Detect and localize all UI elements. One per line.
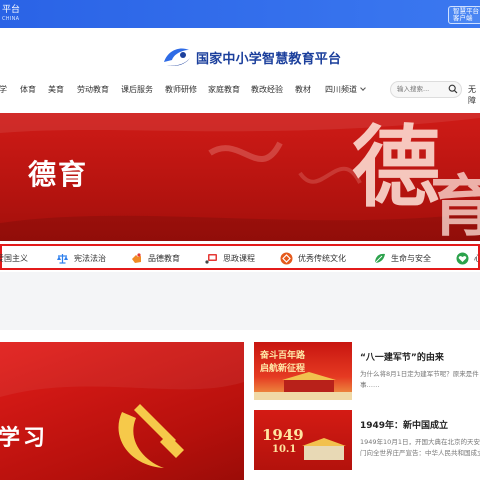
category-mental-health[interactable]: 心 xyxy=(456,251,480,265)
category-label: 生命与安全 xyxy=(391,253,431,263)
search-box[interactable] xyxy=(390,81,462,98)
moral-education-banner: 德育 德 育 xyxy=(0,113,480,241)
news-thumbnail[interactable]: 1949 10.1 xyxy=(254,410,352,470)
party-emblem-image xyxy=(0,342,244,468)
thumb-year: 1949 xyxy=(262,426,304,444)
news-title[interactable]: “八一建军节”的由来 xyxy=(360,350,444,363)
content-gap-band xyxy=(0,272,480,330)
category-patriotism[interactable]: 爱国主义 xyxy=(0,251,28,265)
category-life-safety[interactable]: 生命与安全 xyxy=(373,251,431,265)
scales-icon xyxy=(57,253,68,264)
banner-calligraphy-char-2: 育 xyxy=(430,167,480,241)
board-icon xyxy=(205,253,217,264)
client-download-button[interactable]: 智慧平台客户端 xyxy=(448,6,480,24)
news-desc: 1949年10月1日，开国大典在北京的天安门向全世界庄严宣告：中华人民共和国成立 xyxy=(360,438,480,457)
news-title[interactable]: 1949年：新中国成立 xyxy=(360,418,448,431)
nav-item-labor[interactable]: 劳动教育 xyxy=(77,84,109,95)
page: 平台 CHINA 智慧平台客户端 国家中小学智慧教育平台 学 体育 美育 劳动教… xyxy=(0,0,480,480)
nav-item-family[interactable]: 家庭教育 xyxy=(208,84,240,95)
banner-heading: 德育 xyxy=(28,158,89,191)
site-name: 平台 xyxy=(2,5,21,15)
nav-item-teacher-training[interactable]: 教师研修 xyxy=(165,84,197,95)
hand-icon xyxy=(132,252,141,263)
featured-study-card[interactable]: 学习 xyxy=(0,342,244,480)
category-constitution[interactable]: 宪法法治 xyxy=(56,251,106,265)
platform-title: 国家中小学智慧教育平台 xyxy=(196,51,342,67)
thumb-caption-1: 奋斗百年路 xyxy=(260,351,306,361)
category-character[interactable]: 品德教育 xyxy=(130,251,180,265)
category-traditional-culture[interactable]: 优秀传统文化 xyxy=(280,251,346,265)
platform-logo-icon xyxy=(164,48,190,67)
nav-item-reform[interactable]: 教改经验 xyxy=(251,84,283,95)
news-desc: 为什么将8月1日定为建军节呢？原来是件事…… xyxy=(360,370,479,389)
banner-calligraphy-char: 德 xyxy=(352,115,441,219)
category-label: 爱国主义 xyxy=(0,253,28,263)
accessibility-link[interactable]: 无障 xyxy=(468,84,480,106)
top-bar: 平台 CHINA 智慧平台客户端 xyxy=(0,0,480,28)
brand-header[interactable]: 国家中小学智慧教育平台 xyxy=(162,44,341,70)
nav-item-after-school[interactable]: 课后服务 xyxy=(121,84,153,95)
nav-item-sichuan[interactable]: 四川频道 xyxy=(325,84,366,95)
category-strip: 爱国主义 宪法法治 品德教育 思政课程 xyxy=(0,244,480,270)
thumb-date: 10.1 xyxy=(272,444,297,455)
chevron-down-icon xyxy=(360,85,366,91)
nav-item-textbooks[interactable]: 教材 xyxy=(295,84,311,95)
category-label: 品德教育 xyxy=(148,253,180,263)
category-label: 优秀传统文化 xyxy=(298,253,346,263)
leaf-icon xyxy=(374,253,385,263)
nav-item-moral[interactable]: 学 xyxy=(0,84,7,95)
thumb-caption-2: 启航新征程 xyxy=(260,364,306,374)
category-label: 宪法法治 xyxy=(74,253,106,263)
search-input[interactable] xyxy=(397,85,445,93)
nav-item-sports[interactable]: 体育 xyxy=(20,84,36,95)
heart-leaf-icon xyxy=(456,252,469,264)
category-ideology[interactable]: 思政课程 xyxy=(205,251,255,265)
news-item[interactable]: 奋斗百年路 启航新征程 “八一建军节”的由来 为什么将8月1日定为建军节呢？原来… xyxy=(254,342,480,402)
nav-item-arts[interactable]: 美育 xyxy=(48,84,64,95)
site-name-en: CHINA xyxy=(2,16,20,22)
featured-word: 学习 xyxy=(0,425,49,451)
news-item[interactable]: 1949 10.1 1949年：新中国成立 1949年10月1日，开国大典在北京… xyxy=(254,410,480,472)
category-label: 思政课程 xyxy=(223,253,255,263)
main-nav: 学 体育 美育 劳动教育 课后服务 教师研修 家庭教育 教改经验 教材 四川频道… xyxy=(0,80,480,105)
nav-item-sichuan-label: 四川频道 xyxy=(325,85,357,94)
search-icon[interactable] xyxy=(448,84,458,94)
news-thumbnail[interactable]: 奋斗百年路 启航新征程 xyxy=(254,342,352,400)
knot-icon xyxy=(280,252,293,264)
